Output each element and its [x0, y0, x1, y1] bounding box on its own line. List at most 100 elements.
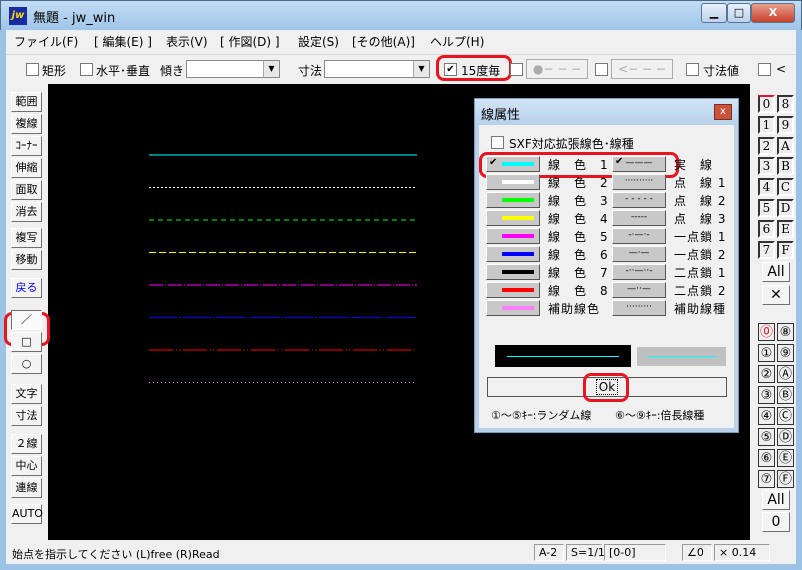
layer-group-A[interactable]: A	[777, 136, 794, 155]
layer-group-0[interactable]: 0	[758, 95, 775, 113]
tool-double-line[interactable]: ２線	[11, 434, 42, 454]
line-color-button-5[interactable]	[486, 228, 540, 244]
layer-group-6[interactable]: 6	[758, 219, 775, 238]
line-color-button-7[interactable]	[486, 264, 540, 280]
tool-corner[interactable]: ｺｰﾅｰ	[11, 136, 42, 156]
layer-group-E[interactable]: E	[777, 219, 794, 238]
layer-A[interactable]: Ⓐ	[777, 365, 794, 383]
menu-settings[interactable]: 設定(S)	[298, 33, 339, 50]
layer-all-button[interactable]: All	[762, 490, 790, 510]
layer-group-5[interactable]: 5	[758, 199, 775, 217]
layer-4[interactable]: ④	[758, 407, 775, 425]
layer-group-F[interactable]: F	[777, 240, 794, 259]
layer-2[interactable]: ②	[758, 365, 775, 383]
tool-stretch[interactable]: 伸縮	[11, 158, 42, 178]
menu-file[interactable]: ファイル(F)	[14, 33, 78, 50]
chevron-down-icon[interactable]: ▼	[263, 61, 279, 77]
layer-group-all-button[interactable]: All	[762, 262, 790, 282]
dialog-close-button[interactable]: x	[714, 104, 732, 120]
layer-0[interactable]: ⓪	[758, 323, 775, 341]
line-color-button-6[interactable]	[486, 246, 540, 262]
layer-C[interactable]: Ⓒ	[777, 407, 794, 425]
rect-checkbox[interactable]	[26, 63, 39, 76]
tool-rectangle[interactable]: □	[11, 332, 42, 352]
layer-group-1[interactable]: 1	[758, 115, 775, 134]
menu-edit[interactable]: [ 編集(E) ]	[94, 33, 152, 50]
line-type-button-8[interactable]: —··—	[612, 282, 666, 298]
layer-group-B[interactable]: B	[777, 157, 794, 176]
minimize-button[interactable]: ▁	[701, 3, 727, 23]
tool-center-line[interactable]: 中心線	[11, 456, 42, 490]
maximize-button[interactable]: □	[727, 3, 751, 23]
tool-chamfer[interactable]: 面取	[11, 180, 42, 200]
layer-5[interactable]: ⑤	[758, 428, 775, 446]
btn1-checkbox[interactable]	[510, 63, 523, 76]
tool-circle[interactable]: ○	[11, 354, 42, 374]
layer-group-D[interactable]: D	[777, 199, 794, 217]
layer-group-C[interactable]: C	[777, 178, 794, 197]
line-color-button-9[interactable]	[486, 300, 540, 316]
tool-undo[interactable]: 戻る	[11, 278, 42, 298]
hv-checkbox[interactable]	[80, 63, 93, 76]
menu-other[interactable]: [その他(A)]	[352, 33, 415, 50]
slope-combo[interactable]: ▼	[186, 60, 280, 78]
scale[interactable]: S=1/1	[566, 544, 605, 561]
tool-multi-line[interactable]: 複線	[11, 114, 42, 134]
tool-erase[interactable]: 消去	[11, 202, 42, 222]
tool-line[interactable]: ／	[11, 310, 42, 330]
deg15-checkbox[interactable]: ✔	[444, 63, 457, 76]
dim-combo[interactable]: ▼	[324, 60, 430, 78]
line-color-button-4[interactable]	[486, 210, 540, 226]
layer-B[interactable]: Ⓑ	[777, 386, 794, 404]
tool-dimension[interactable]: 寸法	[11, 406, 42, 426]
zoom-factor[interactable]: × 0.14	[714, 544, 770, 561]
line-color-button-3[interactable]	[486, 192, 540, 208]
layer-group-7[interactable]: 7	[758, 240, 775, 259]
arrow-line-button[interactable]: <− − −	[611, 59, 673, 79]
layer-7[interactable]: ⑦	[758, 470, 775, 488]
layer-8[interactable]: ⑧	[777, 323, 794, 341]
layer-zero-button[interactable]: 0	[762, 512, 790, 532]
layer-group-8[interactable]: 8	[777, 95, 794, 113]
layer-group-9[interactable]: 9	[777, 115, 794, 134]
line-type-button-7[interactable]: -··—··-	[612, 264, 666, 280]
line-type-button-4[interactable]: -----	[612, 210, 666, 226]
point-line-button[interactable]: ●− − −	[526, 59, 588, 79]
layer-6[interactable]: ⑥	[758, 449, 775, 467]
tool-text[interactable]: 文字	[11, 384, 42, 404]
layer-F[interactable]: Ⓕ	[777, 470, 794, 488]
layer-1[interactable]: ①	[758, 344, 775, 362]
tool-auto[interactable]: AUTO	[11, 504, 43, 524]
tool-range[interactable]: 範囲	[11, 92, 42, 112]
menu-view[interactable]: 表示(V)	[166, 33, 208, 50]
angle[interactable]: ∠0	[682, 544, 712, 561]
dimval-checkbox[interactable]	[686, 63, 699, 76]
layer-group-3[interactable]: 3	[758, 157, 775, 176]
close-button[interactable]: X	[751, 3, 795, 23]
line-color-button-8[interactable]	[486, 282, 540, 298]
current-layer[interactable]: [0-0]	[604, 544, 666, 561]
layer-group-x-button[interactable]: ✕	[762, 285, 790, 305]
sxf-checkbox[interactable]	[491, 136, 504, 149]
line-color-button-2[interactable]	[486, 174, 540, 190]
tool-move[interactable]: 移動	[11, 250, 42, 270]
tool-connect-line[interactable]: 連線	[11, 478, 42, 498]
layer-E[interactable]: Ⓔ	[777, 449, 794, 467]
tool-copy[interactable]: 複写	[11, 228, 42, 248]
layer-3[interactable]: ③	[758, 386, 775, 404]
layer-9[interactable]: ⑨	[777, 344, 794, 362]
line-type-button-6[interactable]: —·—	[612, 246, 666, 262]
layer-D[interactable]: Ⓓ	[777, 428, 794, 446]
layer-group-4[interactable]: 4	[758, 178, 775, 197]
paper-size[interactable]: A-2	[534, 544, 564, 561]
line-type-button-3[interactable]: - - - - -	[612, 192, 666, 208]
line-color-button-1[interactable]: ✔	[486, 156, 540, 172]
last-checkbox[interactable]	[758, 63, 771, 76]
layer-group-2[interactable]: 2	[758, 136, 775, 155]
chevron-down-icon[interactable]: ▼	[413, 61, 429, 77]
line-type-button-2[interactable]: ··········	[612, 174, 666, 190]
btn2-checkbox[interactable]	[595, 63, 608, 76]
menu-draw[interactable]: [ 作図(D) ]	[220, 33, 280, 50]
line-type-button-5[interactable]: -·—·-	[612, 228, 666, 244]
menu-help[interactable]: ヘルプ(H)	[430, 33, 484, 50]
